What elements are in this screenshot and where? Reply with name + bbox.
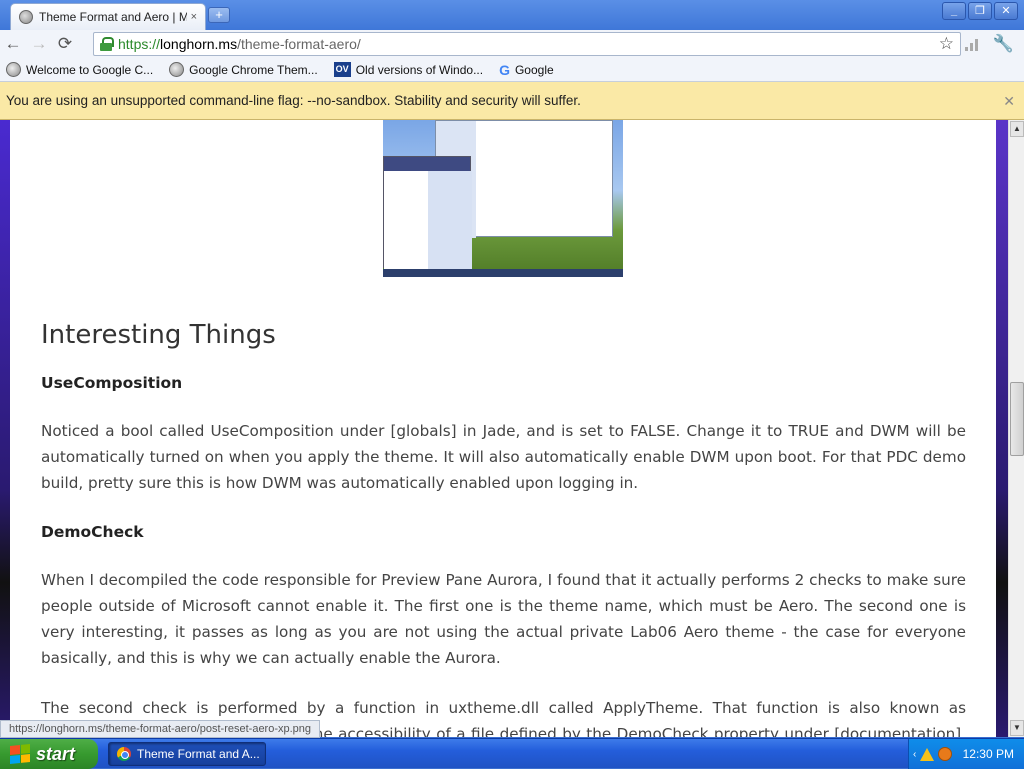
minimize-button[interactable]: _	[942, 2, 966, 20]
google-icon: G	[499, 61, 510, 78]
ov-icon: OV	[333, 62, 351, 77]
tab-title: Theme Format and Aero | Micro	[39, 10, 187, 24]
bookmark-star-icon[interactable]: ☆	[939, 34, 954, 54]
bookmark-chrome-themes[interactable]: Google Chrome Them...	[169, 62, 318, 77]
warning-icon[interactable]	[920, 747, 935, 761]
bookmark-welcome[interactable]: Welcome to Google C...	[6, 62, 153, 77]
start-label: start	[36, 743, 76, 764]
globe-icon	[6, 62, 21, 77]
clock[interactable]: 12:30 PM	[963, 747, 1014, 761]
reload-button[interactable]: ⟳	[52, 31, 78, 57]
bookmark-label: Google Chrome Them...	[189, 62, 318, 77]
thumb-start-menu	[383, 156, 472, 269]
scroll-down-icon[interactable]: ▼	[1010, 720, 1024, 736]
tray-expand-icon[interactable]: ‹	[913, 749, 916, 760]
scrollbar-thumb[interactable]	[1010, 382, 1024, 456]
window-controls: _ ❐ ✕	[942, 2, 1018, 20]
warning-infobar: You are using an unsupported command-lin…	[0, 82, 1024, 120]
new-tab-button[interactable]: +	[208, 7, 230, 23]
windows-flag-icon	[10, 743, 30, 765]
page-scrollbar[interactable]: ▲ ▼	[1008, 120, 1024, 737]
globe-icon	[169, 62, 185, 77]
scroll-up-icon[interactable]: ▲	[1010, 121, 1024, 137]
chrome-icon	[117, 747, 131, 761]
taskbar-item-label: Theme Format and A...	[137, 747, 260, 761]
address-bar[interactable]: https:// longhorn.ms /theme-format-aero/…	[93, 32, 961, 56]
title-bar: Theme Format and Aero | Micro × + _ ❐ ✕	[0, 0, 1024, 30]
signal-icon[interactable]	[964, 37, 981, 51]
thumb-taskbar	[383, 269, 623, 277]
right-tools: 🔧	[964, 34, 1014, 54]
paragraph-democheck: When I decompiled the code responsible f…	[41, 571, 966, 667]
infobar-close-icon[interactable]: ✕	[1003, 93, 1015, 110]
url-host: longhorn.ms	[160, 36, 238, 52]
section-heading: Interesting Things	[41, 320, 276, 350]
article-screenshot-image[interactable]	[383, 120, 623, 277]
article-content: Interesting Things UseComposition Notice…	[10, 120, 996, 737]
url-scheme: https://	[118, 36, 161, 52]
page-viewport: Interesting Things UseComposition Notice…	[0, 120, 1008, 737]
close-window-button[interactable]: ✕	[994, 2, 1018, 20]
bookmark-old-versions[interactable]: OV Old versions of Windo...	[333, 62, 484, 77]
bookmark-label: Google	[514, 62, 554, 77]
wrench-menu-icon[interactable]: 🔧	[993, 34, 1014, 54]
bookmark-label: Welcome to Google C...	[26, 62, 154, 77]
navigation-toolbar: ← → ⟳ https:// longhorn.ms /theme-format…	[0, 30, 1024, 58]
system-tray: ‹ 12:30 PM	[908, 739, 1024, 769]
lock-icon[interactable]	[100, 37, 114, 51]
page-background-right	[996, 120, 1008, 737]
bookmark-google[interactable]: G Google	[499, 62, 554, 78]
tab-close-icon[interactable]: ×	[191, 11, 197, 23]
forward-button[interactable]: →	[26, 31, 52, 57]
security-shield-icon[interactable]	[938, 747, 953, 761]
bookmarks-bar: Welcome to Google C... Google Chrome The…	[0, 58, 1024, 82]
url-path: /theme-format-aero/	[237, 36, 361, 52]
back-button[interactable]: ←	[0, 31, 26, 57]
bookmark-label: Old versions of Windo...	[355, 62, 484, 77]
windows-taskbar: start Theme Format and A... ‹ 12:30 PM	[0, 738, 1024, 769]
status-bar-url: https://longhorn.ms/theme-format-aero/po…	[0, 720, 321, 738]
start-button[interactable]: start	[0, 739, 98, 769]
browser-tab[interactable]: Theme Format and Aero | Micro ×	[10, 3, 206, 30]
page-background-left	[0, 120, 10, 737]
infobar-message: You are using an unsupported command-lin…	[6, 93, 581, 108]
tab-favicon-icon	[19, 10, 33, 24]
paragraph-usecomposition: Noticed a bool called UseComposition und…	[41, 422, 966, 492]
subheading-democheck: DemoCheck	[41, 523, 144, 541]
taskbar-item-chrome[interactable]: Theme Format and A...	[108, 742, 266, 766]
maximize-button[interactable]: ❐	[968, 2, 992, 20]
subheading-usecomposition: UseComposition	[41, 374, 183, 392]
